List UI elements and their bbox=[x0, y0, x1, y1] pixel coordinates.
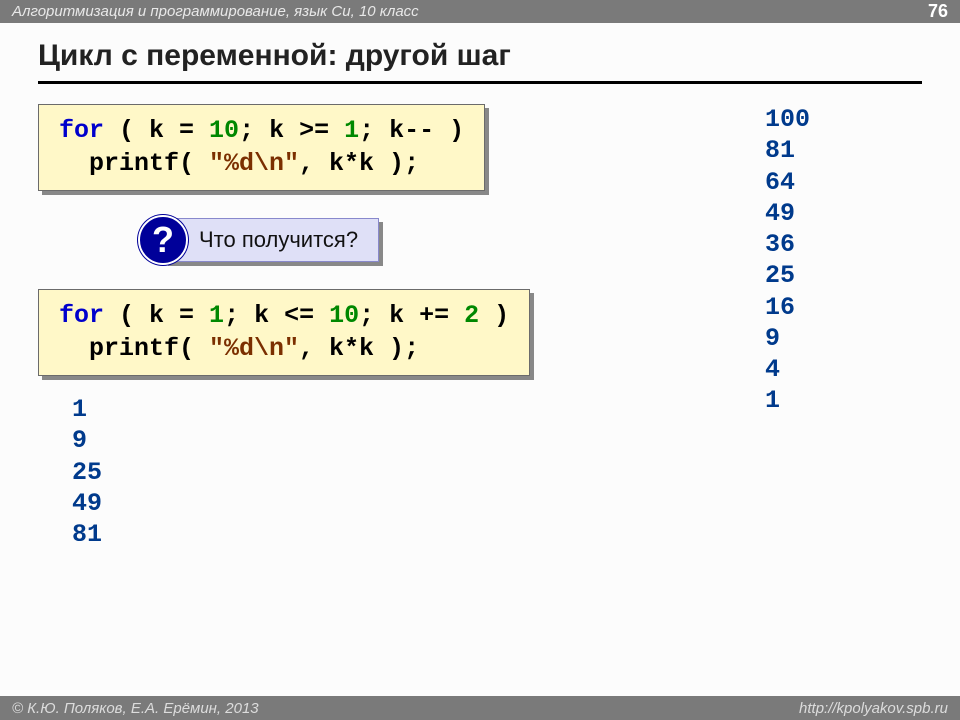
code-text: ( k bbox=[104, 301, 164, 330]
code-text: , k*k ); bbox=[299, 334, 419, 363]
code-block-1: for ( k = 10; k >= 1; k-- ) printf( "%d\… bbox=[38, 104, 485, 191]
number: 1 bbox=[344, 116, 359, 145]
op-gte: >= bbox=[284, 116, 344, 145]
code-text: , k*k ); bbox=[299, 149, 419, 178]
callout-text: Что получится? bbox=[164, 218, 379, 262]
code-text: printf( bbox=[59, 149, 209, 178]
code-text: ( k bbox=[104, 116, 164, 145]
header-bar: Алгоритмизация и программирование, язык … bbox=[0, 0, 960, 23]
page-title: Цикл с переменной: другой шаг bbox=[0, 23, 960, 81]
number: 10 bbox=[209, 116, 239, 145]
code-text: ; k bbox=[224, 301, 269, 330]
code-text: ) bbox=[434, 116, 464, 145]
code-text: ; k bbox=[239, 116, 284, 145]
op-decr: -- bbox=[404, 116, 434, 145]
footer-copyright: © К.Ю. Поляков, Е.А. Ерёмин, 2013 bbox=[12, 700, 259, 717]
output-right: 100 81 64 49 36 25 16 9 4 1 bbox=[765, 104, 810, 417]
code-text: printf( bbox=[59, 334, 209, 363]
op-lte: <= bbox=[269, 301, 329, 330]
output-left: 1 9 25 49 81 bbox=[72, 394, 922, 550]
breadcrumb: Алгоритмизация и программирование, язык … bbox=[12, 3, 419, 20]
footer-url: http://kpolyakov.spb.ru bbox=[799, 700, 948, 717]
keyword-for: for bbox=[59, 301, 104, 330]
number: 2 bbox=[464, 301, 479, 330]
code-block-2: for ( k = 1; k <= 10; k += 2 ) printf( "… bbox=[38, 289, 530, 376]
question-badge: ? bbox=[138, 215, 188, 265]
number: 1 bbox=[209, 301, 224, 330]
string-literal: "%d\n" bbox=[209, 334, 299, 363]
keyword-for: for bbox=[59, 116, 104, 145]
code-text: ; k bbox=[359, 301, 404, 330]
footer-bar: © К.Ю. Поляков, Е.А. Ерёмин, 2013 http:/… bbox=[0, 696, 960, 720]
op-assign: = bbox=[164, 301, 209, 330]
number: 10 bbox=[329, 301, 359, 330]
code-text: ) bbox=[479, 301, 509, 330]
code-text: ; k bbox=[359, 116, 404, 145]
op-plus-eq: += bbox=[404, 301, 464, 330]
page-number: 76 bbox=[928, 1, 948, 22]
string-literal: "%d\n" bbox=[209, 149, 299, 178]
op-assign: = bbox=[164, 116, 209, 145]
content: for ( k = 10; k >= 1; k-- ) printf( "%d\… bbox=[0, 84, 960, 570]
